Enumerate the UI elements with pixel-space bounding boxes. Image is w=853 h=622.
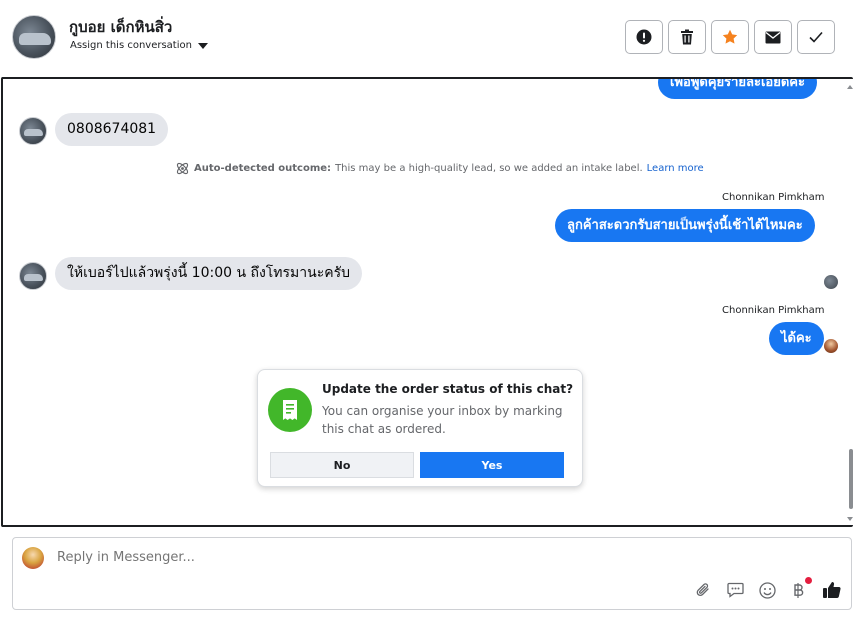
contact-avatar-small bbox=[19, 262, 47, 290]
star-button[interactable] bbox=[711, 20, 749, 54]
no-button[interactable]: No bbox=[270, 452, 414, 478]
assign-label: Assign this conversation bbox=[70, 40, 192, 51]
outgoing-message: เพื่อพูดคุยรายละเอียดค่ะ bbox=[658, 79, 817, 99]
contact-name[interactable]: กูบอย เด็กหินสิ่ว bbox=[69, 15, 172, 39]
delete-button[interactable] bbox=[668, 20, 706, 54]
message-thread[interactable]: เพื่อพูดคุยรายละเอียดค่ะ 0808674081 Auto… bbox=[1, 77, 853, 527]
outgoing-message: ลูกค้าสะดวกรับสายเป็นพรุ่งนี้เช้าได้ไหมค… bbox=[555, 209, 815, 242]
contact-avatar[interactable] bbox=[12, 15, 56, 59]
incoming-message: ให้เบอร์ไปแล้วพรุ่งนี้ 10:00 น ถึงโทรมาน… bbox=[55, 257, 363, 290]
notification-dot bbox=[805, 577, 812, 584]
popup-text: You can organise your inbox by marking t… bbox=[322, 404, 563, 436]
outgoing-message: ได้คะ bbox=[769, 322, 824, 355]
like-button[interactable] bbox=[821, 580, 841, 600]
receipt-icon bbox=[268, 388, 312, 432]
outcome-label: Auto-detected outcome: bbox=[194, 163, 332, 174]
assign-conversation-dropdown[interactable]: Assign this conversation bbox=[70, 40, 208, 51]
page-avatar bbox=[22, 547, 44, 569]
sender-name: Chonnikan Pimkham bbox=[722, 192, 825, 203]
popup-title: Update the order status of this chat? bbox=[322, 382, 574, 396]
atom-icon bbox=[176, 162, 189, 175]
saved-replies-button[interactable] bbox=[725, 580, 745, 600]
emoji-button[interactable] bbox=[757, 580, 777, 600]
reply-composer bbox=[12, 537, 852, 610]
seen-avatar bbox=[824, 339, 838, 353]
payment-button[interactable] bbox=[789, 577, 812, 600]
checkmark-icon bbox=[809, 31, 823, 43]
scroll-down-arrow[interactable] bbox=[847, 517, 853, 521]
reply-input[interactable] bbox=[57, 550, 657, 565]
chat-bubble-icon bbox=[726, 582, 744, 598]
auto-detected-outcome: Auto-detected outcome: This may be a hig… bbox=[175, 161, 704, 176]
incoming-message: 0808674081 bbox=[55, 113, 169, 146]
mark-done-button[interactable] bbox=[797, 20, 835, 54]
mark-spam-button[interactable] bbox=[625, 20, 663, 54]
star-icon bbox=[722, 29, 738, 44]
composer-tools bbox=[693, 577, 841, 600]
attach-button[interactable] bbox=[693, 580, 713, 600]
baht-icon bbox=[794, 582, 804, 598]
conversation-header: กูบอย เด็กหินสิ่ว Assign this conversati… bbox=[0, 0, 853, 77]
paperclip-icon bbox=[696, 583, 709, 597]
sender-name: Chonnikan Pimkham bbox=[722, 305, 825, 316]
caret-down-icon bbox=[197, 42, 208, 49]
learn-more-link[interactable]: Learn more bbox=[647, 163, 704, 174]
yes-button[interactable]: Yes bbox=[420, 452, 564, 478]
order-status-popup: Update the order status of this chat? Yo… bbox=[257, 369, 583, 487]
trash-icon bbox=[681, 29, 693, 45]
smiley-icon bbox=[758, 581, 776, 599]
contact-avatar-small bbox=[19, 117, 47, 145]
seen-avatar bbox=[824, 275, 838, 289]
thumbs-up-icon bbox=[822, 582, 841, 598]
outcome-text: This may be a high-quality lead, so we a… bbox=[335, 163, 643, 174]
envelope-icon bbox=[765, 31, 781, 43]
mark-unread-button[interactable] bbox=[754, 20, 792, 54]
alert-icon bbox=[636, 29, 652, 45]
scrollbar-thumb[interactable] bbox=[849, 449, 853, 509]
scroll-up-arrow[interactable] bbox=[847, 85, 853, 89]
header-actions bbox=[625, 20, 835, 54]
